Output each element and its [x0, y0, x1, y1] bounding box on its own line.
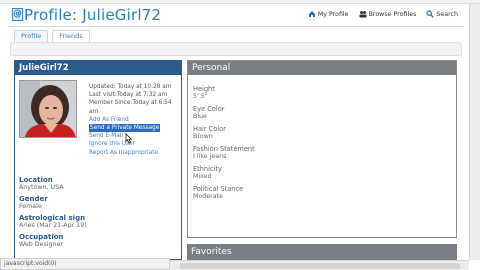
- toolbar-bar: [10, 42, 462, 56]
- updated-text: Updated: Today at 10:28 am: [89, 84, 172, 90]
- location-label: Location: [19, 176, 53, 184]
- occupation-label: Occupation: [19, 233, 64, 241]
- last-visit-text: Last visit:Today at 7:32 am: [89, 92, 168, 99]
- ethnicity-value: Mixed: [193, 173, 212, 180]
- send-email-link[interactable]: Send E-Mail: [89, 133, 123, 139]
- gender-label: Gender: [19, 195, 48, 203]
- hair-color-label: Hair Color: [193, 125, 226, 133]
- mouse-pointer-icon: [125, 133, 133, 144]
- avatar-photo: [20, 81, 76, 137]
- gender-value: Female: [19, 203, 42, 210]
- astrological-sign-label: Astrological sign: [19, 214, 86, 222]
- add-friend-link[interactable]: Add As Friend: [89, 117, 129, 123]
- top-nav: My Profile Browse Profiles Search: [308, 10, 458, 18]
- avatar: [19, 80, 77, 138]
- eye-color-value: Blue: [193, 113, 207, 120]
- profile-summary-panel: JulieGirl72 Updated: Today at 10:28 am L…: [14, 60, 182, 260]
- location-value: Anytown, USA: [19, 184, 64, 191]
- send-private-message-link[interactable]: Send a Private Message: [89, 124, 161, 133]
- home-icon: [308, 11, 315, 17]
- personal-panel: Personal Height 5' 5" Eye Color Blue Hai…: [187, 60, 457, 238]
- horizontal-scrollbar[interactable]: [170, 260, 469, 270]
- header-divider: [8, 26, 464, 27]
- report-link[interactable]: Report As Inappropriate: [89, 150, 158, 156]
- profile-meta: Updated: Today at 10:28 am Last visit:To…: [89, 83, 181, 157]
- tab-profile[interactable]: Profile: [14, 30, 49, 42]
- personal-heading: Personal: [188, 61, 456, 75]
- people-icon: [359, 11, 367, 18]
- nav-my-profile[interactable]: My Profile: [308, 10, 349, 18]
- logo-icon: @: [12, 8, 23, 21]
- fashion-statement-value: I like jeans: [193, 153, 227, 160]
- occupation-value: Web Designer: [19, 241, 63, 248]
- nav-search[interactable]: Search: [426, 10, 458, 18]
- scrollbar-thumb[interactable]: [180, 263, 460, 269]
- tab-friends[interactable]: Friends: [52, 30, 90, 42]
- nav-label: My Profile: [317, 10, 349, 18]
- profile-facts: Location Anytown, USA Gender Female Astr…: [19, 173, 169, 249]
- political-stance-label: Political Stance: [193, 185, 244, 193]
- member-since-text: Member Since:Today at 6:54: [89, 100, 172, 107]
- profile-tabs: Profile Friends: [14, 30, 90, 42]
- eye-color-label: Eye Color: [193, 105, 225, 113]
- height-label: Height: [193, 85, 215, 93]
- astrological-sign-value: Aries (Mar 21-Apr 19): [19, 222, 87, 229]
- member-since-cont-text: am: [89, 108, 99, 115]
- hair-color-value: Brown: [193, 133, 213, 140]
- app-header: @ Profile: JulieGirl72 My Profile Browse…: [8, 4, 464, 26]
- height-value: 5' 5": [193, 93, 208, 100]
- nav-label: Browse Profiles: [368, 10, 417, 18]
- search-icon: [426, 10, 435, 18]
- username-heading: JulieGirl72: [15, 61, 181, 75]
- personal-facts: Height 5' 5" Eye Color Blue Hair Color B…: [188, 75, 456, 201]
- fashion-statement-label: Fashion Statement: [193, 145, 255, 153]
- nav-label: Search: [436, 10, 458, 18]
- nav-browse-profiles[interactable]: Browse Profiles: [359, 10, 417, 18]
- ethnicity-label: Ethnicity: [193, 165, 222, 173]
- page-title: Profile: JulieGirl72: [24, 6, 162, 24]
- status-bar: javascript:void(0): [0, 258, 170, 270]
- political-stance-value: Moderate: [193, 193, 223, 200]
- vertical-scrollbar[interactable]: [469, 4, 480, 260]
